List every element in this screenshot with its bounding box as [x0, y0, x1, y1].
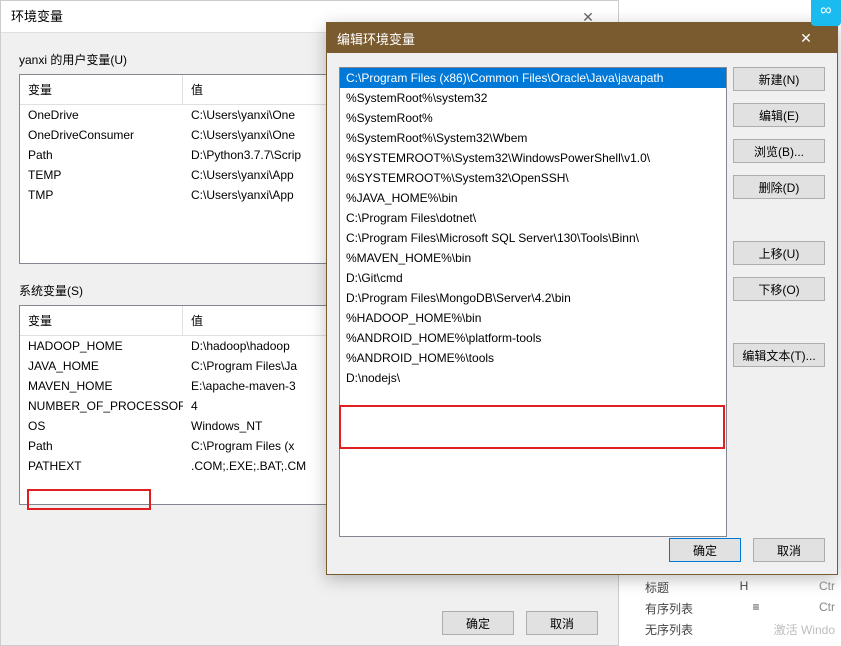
list-item[interactable]: %SystemRoot%: [340, 108, 726, 128]
hdr-var: 变量: [20, 306, 183, 335]
cancel-button[interactable]: 取消: [753, 538, 825, 562]
side-title-key: H: [740, 579, 749, 596]
edit-env-var-dialog: 编辑环境变量 ✕ C:\Program Files (x86)\Common F…: [326, 22, 838, 575]
list-item[interactable]: %JAVA_HOME%\bin: [340, 188, 726, 208]
list-item[interactable]: %HADOOP_HOME%\bin: [340, 308, 726, 328]
var-name: TEMP: [20, 165, 183, 185]
front-title-text: 编辑环境变量: [337, 29, 415, 48]
edit-text-button[interactable]: 编辑文本(T)...: [733, 343, 825, 367]
var-name: TMP: [20, 185, 183, 205]
hdr-var: 变量: [20, 75, 183, 104]
back-buttons: 确定 取消: [442, 611, 598, 635]
side-ul-label: 无序列表: [645, 621, 693, 638]
side-title-shortcut: Ctr: [819, 579, 835, 596]
side-ol-shortcut: Ctr: [819, 600, 835, 617]
list-item[interactable]: %SYSTEMROOT%\System32\WindowsPowerShell\…: [340, 148, 726, 168]
side-panel: 标题 H Ctr 有序列表 ≡ Ctr 无序列表 激活 Windo: [645, 577, 835, 640]
cancel-button[interactable]: 取消: [526, 611, 598, 635]
front-button-column: 新建(N) 编辑(E) 浏览(B)... 删除(D) 上移(U) 下移(O) 编…: [733, 67, 825, 367]
list-item[interactable]: %ANDROID_HOME%\tools: [340, 348, 726, 368]
delete-button[interactable]: 删除(D): [733, 175, 825, 199]
var-name: HADOOP_HOME: [20, 336, 183, 356]
edit-button[interactable]: 编辑(E): [733, 103, 825, 127]
ok-button[interactable]: 确定: [669, 538, 741, 562]
list-item[interactable]: %SystemRoot%\system32: [340, 88, 726, 108]
list-item[interactable]: C:\Program Files (x86)\Common Files\Orac…: [340, 68, 726, 88]
back-title-text: 环境变量: [11, 1, 63, 33]
side-ol-key: ≡: [753, 600, 760, 617]
var-name: JAVA_HOME: [20, 356, 183, 376]
list-item[interactable]: %MAVEN_HOME%\bin: [340, 248, 726, 268]
browse-button[interactable]: 浏览(B)...: [733, 139, 825, 163]
ok-button[interactable]: 确定: [442, 611, 514, 635]
var-name: PATHEXT: [20, 456, 183, 476]
front-bottom-buttons: 确定 取消: [669, 538, 825, 562]
var-name: OneDrive: [20, 105, 183, 125]
var-name: MAVEN_HOME: [20, 376, 183, 396]
list-item[interactable]: C:\Program Files\dotnet\: [340, 208, 726, 228]
list-item[interactable]: D:\Program Files\MongoDB\Server\4.2\bin: [340, 288, 726, 308]
move-down-button[interactable]: 下移(O): [733, 277, 825, 301]
list-item[interactable]: %SystemRoot%\System32\Wbem: [340, 128, 726, 148]
new-button[interactable]: 新建(N): [733, 67, 825, 91]
move-up-button[interactable]: 上移(U): [733, 241, 825, 265]
infinity-icon: ∞: [811, 0, 841, 26]
list-item[interactable]: %SYSTEMROOT%\System32\OpenSSH\: [340, 168, 726, 188]
path-entries-list[interactable]: C:\Program Files (x86)\Common Files\Orac…: [339, 67, 727, 537]
close-icon[interactable]: ✕: [785, 23, 827, 53]
var-name: Path: [20, 436, 183, 456]
side-title-label: 标题: [645, 579, 669, 596]
side-ol-label: 有序列表: [645, 600, 693, 617]
list-item[interactable]: C:\Program Files\Microsoft SQL Server\13…: [340, 228, 726, 248]
var-name: OneDriveConsumer: [20, 125, 183, 145]
list-item[interactable]: D:\nodejs\: [340, 368, 726, 388]
list-item[interactable]: %ANDROID_HOME%\platform-tools: [340, 328, 726, 348]
front-title-bar: 编辑环境变量 ✕: [327, 23, 837, 53]
var-name: NUMBER_OF_PROCESSORS: [20, 396, 183, 416]
watermark-text: 激活 Windo: [774, 621, 835, 638]
var-name: OS: [20, 416, 183, 436]
var-name: Path: [20, 145, 183, 165]
list-item[interactable]: D:\Git\cmd: [340, 268, 726, 288]
